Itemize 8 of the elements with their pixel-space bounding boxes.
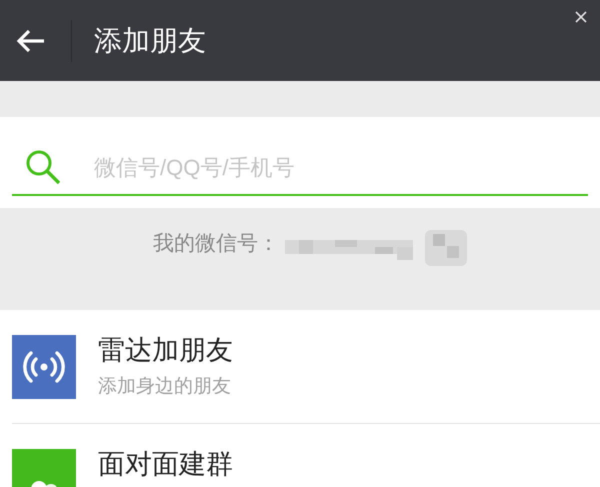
window-title: 添加朋友 bbox=[94, 24, 206, 58]
item-title: 雷达加朋友 bbox=[98, 334, 233, 367]
search-icon bbox=[24, 148, 62, 186]
item-subtitle: 添加身边的朋友 bbox=[98, 375, 232, 399]
my-id-label: 我的微信号： bbox=[153, 231, 279, 257]
redacted-qr-icon bbox=[425, 230, 467, 266]
item-title: 面对面建群 bbox=[98, 448, 233, 481]
search-field[interactable]: 微信号/QQ号/手机号 bbox=[94, 150, 588, 184]
